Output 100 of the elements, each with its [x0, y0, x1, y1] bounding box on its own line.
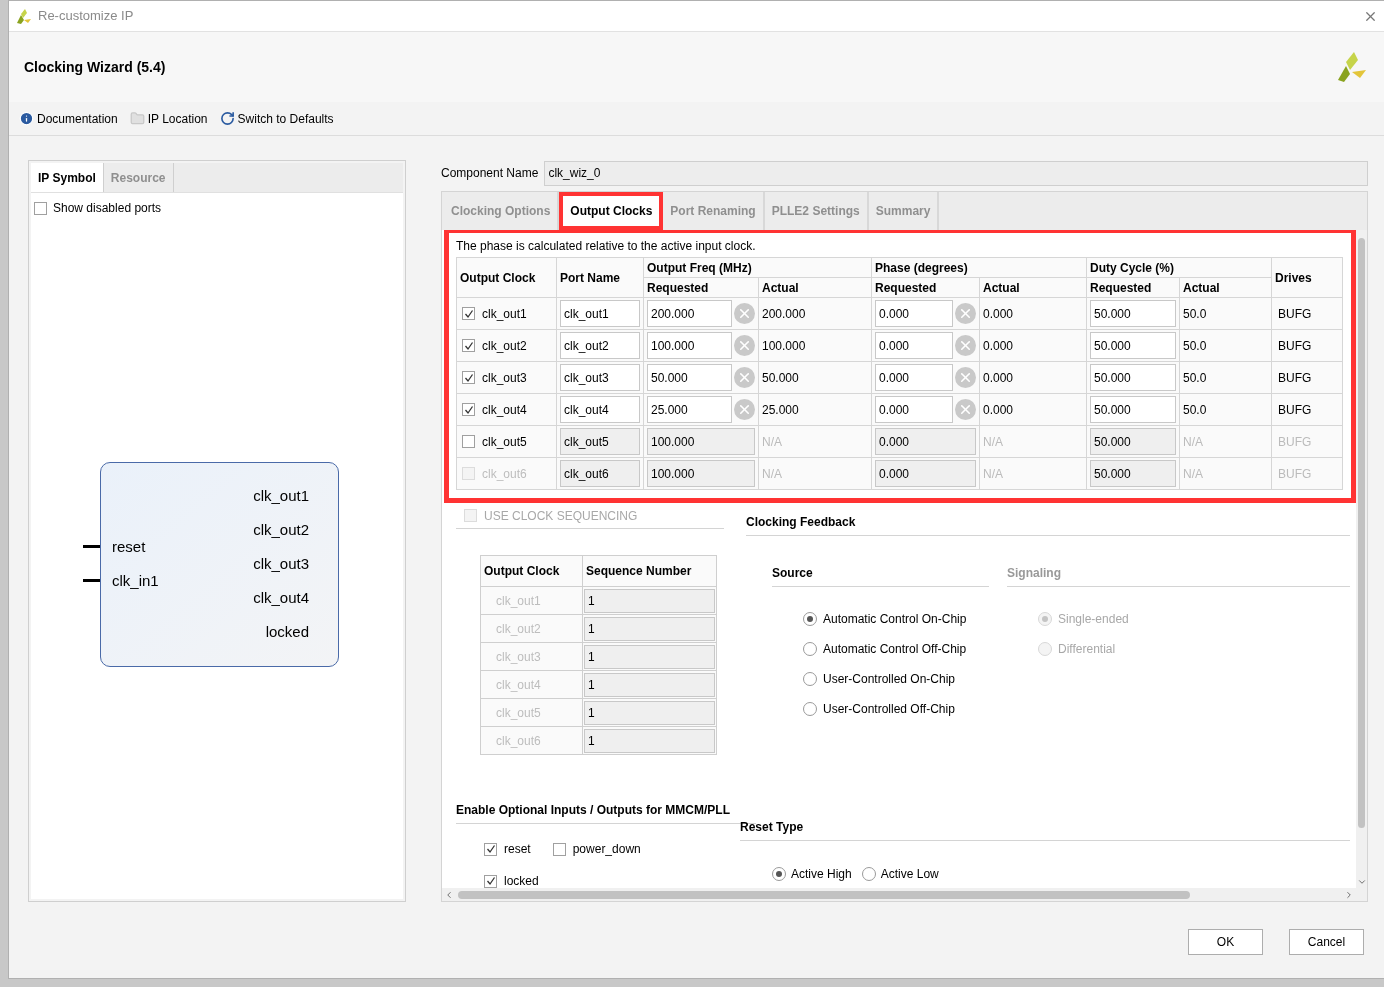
- checkbox[interactable]: [462, 371, 475, 384]
- info-icon: [19, 111, 34, 126]
- input-field[interactable]: 0.000: [875, 396, 953, 423]
- radio-label: Single-ended: [1058, 611, 1129, 628]
- table-cell: 0.000: [983, 306, 1014, 321]
- toolbar-button[interactable]: Switch to Defaults: [219, 109, 334, 128]
- table-cell: BUFG: [1278, 466, 1312, 481]
- component-name-field[interactable]: clk_wiz_0: [544, 160, 1368, 186]
- checkbox-label: locked: [504, 873, 539, 888]
- input-field[interactable]: 0.000: [875, 364, 953, 391]
- checkbox[interactable]: [34, 201, 47, 215]
- phase-note: The phase is calculated relative to the active input clock.: [456, 238, 757, 255]
- pin-label: clk_out2: [253, 521, 309, 539]
- scroll-down-icon[interactable]: [1356, 877, 1367, 887]
- clear-button[interactable]: [734, 335, 755, 356]
- input-field[interactable]: 50.000: [1090, 428, 1176, 455]
- input-field[interactable]: 50.000: [1090, 332, 1176, 359]
- clear-button[interactable]: [955, 367, 976, 388]
- checkbox[interactable]: [462, 339, 475, 352]
- radio-button[interactable]: [772, 867, 786, 881]
- section-title: Source: [772, 566, 813, 580]
- input-field[interactable]: clk_out5: [560, 428, 640, 455]
- toolbar-button[interactable]: IP Location: [129, 109, 208, 128]
- clear-button[interactable]: [955, 399, 976, 420]
- checkbox[interactable]: [462, 435, 475, 448]
- table-cell: 50.0: [1183, 402, 1207, 417]
- radio-button[interactable]: [803, 642, 817, 656]
- field-label: Component Name: [441, 165, 539, 182]
- input-field[interactable]: clk_out4: [560, 396, 640, 423]
- table-cell: N/A: [762, 466, 782, 481]
- column-header: Port Name: [560, 270, 621, 285]
- checkbox-label: USE CLOCK SEQUENCING: [484, 507, 638, 525]
- column-header: Actual: [983, 280, 1020, 295]
- clock-label: clk_out3: [482, 369, 527, 387]
- window-title: Re-customize IP: [38, 7, 135, 26]
- input-field[interactable]: 200.000: [647, 300, 732, 327]
- input-field[interactable]: clk_out2: [560, 332, 640, 359]
- input-field[interactable]: 0.000: [875, 428, 976, 455]
- section-title: Enable Optional Inputs / Outputs for MMCM/PLL: [456, 803, 730, 817]
- table-cell: 25.000: [762, 402, 799, 417]
- table-cell: 50.0: [1183, 306, 1207, 321]
- checkbox[interactable]: [484, 874, 497, 888]
- column-header: Sequence Number: [586, 564, 692, 578]
- radio-button[interactable]: [803, 612, 817, 626]
- column-header: Actual: [762, 280, 799, 295]
- checkbox-label: reset: [504, 841, 531, 858]
- input-field[interactable]: 50.000: [1090, 364, 1176, 391]
- checkbox[interactable]: [462, 307, 475, 320]
- checkbox[interactable]: [462, 403, 475, 416]
- table-cell: BUFG: [1278, 434, 1312, 449]
- input-field[interactable]: 50.000: [1090, 396, 1176, 423]
- close-icon: [958, 370, 973, 385]
- horizontal-scrollbar[interactable]: [442, 888, 1356, 901]
- clear-button[interactable]: [734, 303, 755, 324]
- table-cell: N/A: [983, 434, 1003, 449]
- input-field[interactable]: 50.000: [647, 364, 732, 391]
- tab[interactable]: Output Clocks: [559, 192, 664, 230]
- vertical-scrollbar[interactable]: [1356, 230, 1367, 901]
- radio-button[interactable]: [861, 867, 876, 881]
- table-cell: BUFG: [1278, 306, 1312, 321]
- table-cell: 50.000: [762, 370, 799, 385]
- input-field[interactable]: 100.000: [647, 332, 732, 359]
- radio-label: Differential: [1058, 641, 1116, 658]
- radio-label: User-Controlled On-Chip: [823, 671, 956, 688]
- pin-label: clk_out3: [253, 555, 309, 573]
- table-cell: clk_out2: [496, 621, 541, 636]
- clear-button[interactable]: [734, 367, 755, 388]
- radio-label: Active High: [791, 866, 852, 883]
- tab[interactable]: IP Symbol: [31, 163, 104, 192]
- clock-label: clk_out2: [482, 337, 527, 355]
- table-cell: 0.000: [983, 402, 1014, 417]
- dialog-button[interactable]: OK: [1188, 929, 1263, 955]
- radio-button[interactable]: [803, 672, 817, 686]
- input-field[interactable]: 100.000: [647, 428, 755, 455]
- column-header: Output Clock: [484, 564, 560, 578]
- clear-button[interactable]: [955, 335, 976, 356]
- scroll-right-icon[interactable]: [1344, 889, 1354, 900]
- clear-button[interactable]: [955, 303, 976, 324]
- table-cell: clk_out5: [496, 705, 541, 720]
- dialog-button[interactable]: Cancel: [1289, 929, 1364, 955]
- checkbox[interactable]: [552, 842, 566, 856]
- column-header: Actual: [1183, 280, 1220, 295]
- checkbox[interactable]: [484, 842, 497, 856]
- toolbar-button[interactable]: Documentation: [19, 109, 118, 128]
- scroll-left-icon[interactable]: [444, 889, 454, 900]
- input-field[interactable]: 25.000: [647, 396, 732, 423]
- input-field[interactable]: 0.000: [875, 332, 953, 359]
- checkbox-label: Show disabled ports: [53, 200, 162, 217]
- close-icon: [737, 306, 752, 321]
- input-field[interactable]: clk_out3: [560, 364, 640, 391]
- section-title: Signaling: [1007, 566, 1061, 580]
- input-field[interactable]: 50.000: [1090, 300, 1176, 327]
- radio-button[interactable]: [803, 702, 817, 716]
- table-cell: clk_out1: [496, 593, 541, 608]
- input-field[interactable]: clk_out1: [560, 300, 640, 327]
- input-field[interactable]: 0.000: [875, 300, 953, 327]
- close-icon: [737, 402, 752, 417]
- refresh-icon: [219, 111, 235, 126]
- clear-button[interactable]: [734, 399, 755, 420]
- close-icon: [958, 338, 973, 353]
